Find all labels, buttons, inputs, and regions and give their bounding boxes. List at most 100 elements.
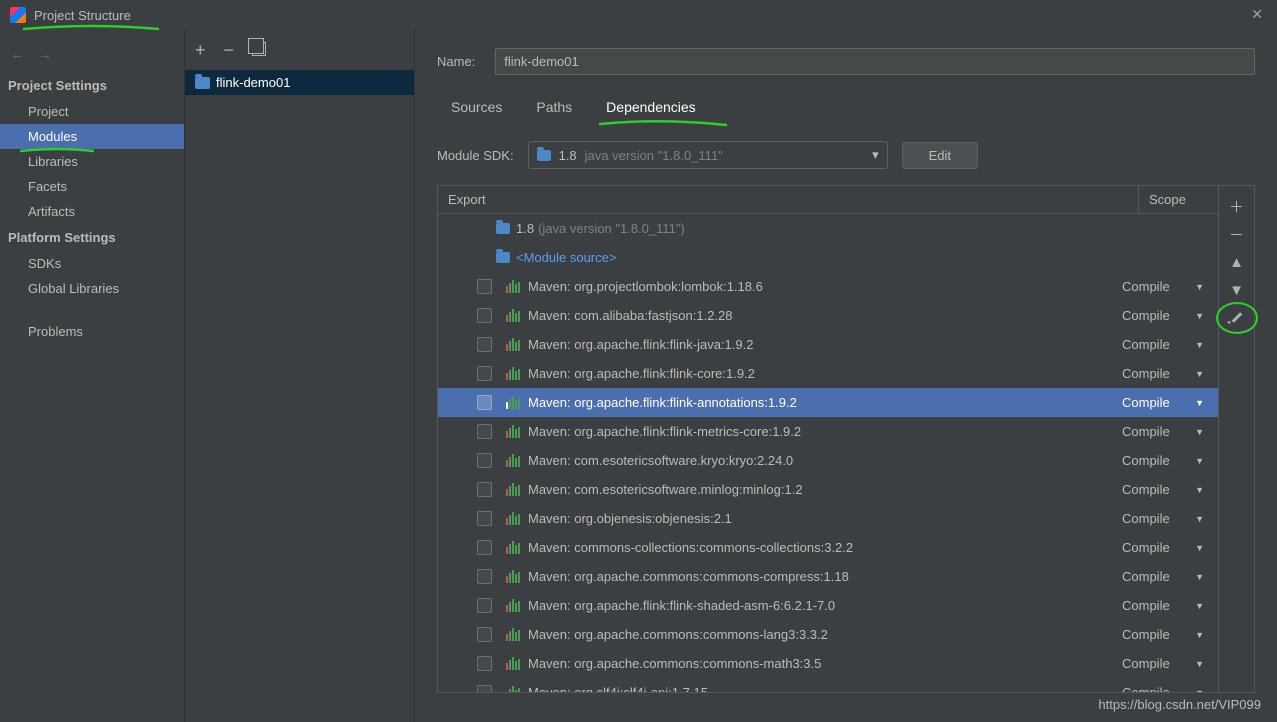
jdk-version: (java version "1.8.0_111") — [538, 221, 685, 236]
jdk-row[interactable]: 1.8 (java version "1.8.0_111") — [438, 214, 1218, 243]
module-sdk-label: Module SDK: — [437, 148, 514, 163]
dependency-label: Maven: org.apache.flink:flink-shaded-asm… — [528, 598, 1122, 613]
library-icon — [506, 396, 520, 409]
module-source-row[interactable]: <Module source> — [438, 243, 1218, 272]
scope-select[interactable]: Compile▼ — [1122, 424, 1208, 439]
scope-select[interactable]: Compile▼ — [1122, 511, 1208, 526]
sidebar-item-problems[interactable]: Problems — [0, 319, 184, 344]
export-checkbox[interactable] — [477, 366, 492, 381]
dependency-row[interactable]: Maven: org.apache.flink:flink-annotation… — [438, 388, 1218, 417]
scope-select[interactable]: Compile▼ — [1122, 337, 1208, 352]
header-export[interactable]: Export — [438, 186, 1138, 213]
sidebar-item-facets[interactable]: Facets — [0, 174, 184, 199]
sidebar-item-artifacts[interactable]: Artifacts — [0, 199, 184, 224]
module-list-item[interactable]: flink-demo01 — [185, 70, 414, 95]
dependency-row[interactable]: Maven: commons-collections:commons-colle… — [438, 533, 1218, 562]
dependencies-body[interactable]: 1.8 (java version "1.8.0_111") <Module s… — [438, 214, 1218, 692]
export-checkbox[interactable] — [477, 337, 492, 352]
sidebar-item-modules[interactable]: Modules — [0, 124, 184, 149]
dependency-row[interactable]: Maven: org.apache.commons:commons-compre… — [438, 562, 1218, 591]
export-checkbox[interactable] — [477, 598, 492, 613]
module-sdk-select[interactable]: 1.8 java version "1.8.0_111" ▾ — [528, 141, 888, 169]
scope-select[interactable]: Compile▼ — [1122, 308, 1208, 323]
move-up-icon[interactable]: ▲ — [1223, 248, 1251, 276]
scope-select[interactable]: Compile▼ — [1122, 598, 1208, 613]
move-down-icon[interactable]: ▼ — [1223, 276, 1251, 304]
scope-select[interactable]: Compile▼ — [1122, 279, 1208, 294]
intellij-icon — [10, 7, 26, 23]
remove-dependency-icon[interactable]: － — [1223, 220, 1251, 248]
scope-select[interactable]: Compile▼ — [1122, 366, 1208, 381]
export-checkbox[interactable] — [477, 279, 492, 294]
tab-label: Dependencies — [606, 99, 696, 115]
scope-select[interactable]: Compile▼ — [1122, 540, 1208, 555]
library-icon — [506, 454, 520, 467]
export-checkbox[interactable] — [477, 627, 492, 642]
export-checkbox[interactable] — [477, 453, 492, 468]
dependency-label: Maven: com.esotericsoftware.kryo:kryo:2.… — [528, 453, 1122, 468]
dependency-row[interactable]: Maven: com.esotericsoftware.kryo:kryo:2.… — [438, 446, 1218, 475]
header-scope[interactable]: Scope — [1138, 186, 1218, 213]
export-checkbox[interactable] — [477, 482, 492, 497]
dependency-row[interactable]: Maven: org.slf4j:slf4j-api:1.7.15Compile… — [438, 678, 1218, 692]
edit-dependency-icon[interactable] — [1223, 304, 1251, 332]
tab-sources[interactable]: Sources — [451, 99, 502, 121]
dependency-row[interactable]: Maven: org.apache.flink:flink-core:1.9.2… — [438, 359, 1218, 388]
dependency-row[interactable]: Maven: org.apache.flink:flink-metrics-co… — [438, 417, 1218, 446]
scope-select[interactable]: Compile▼ — [1122, 569, 1208, 584]
export-checkbox[interactable] — [477, 395, 492, 410]
dependency-row[interactable]: Maven: org.apache.commons:commons-math3:… — [438, 649, 1218, 678]
dependencies-table: Export Scope 1.8 (java version "1.8.0_11… — [437, 185, 1219, 693]
export-checkbox[interactable] — [477, 569, 492, 584]
name-label: Name: — [437, 54, 475, 69]
dependency-row[interactable]: Maven: org.objenesis:objenesis:2.1Compil… — [438, 504, 1218, 533]
chevron-down-icon: ▼ — [1195, 282, 1204, 292]
dependency-row[interactable]: Maven: com.esotericsoftware.minlog:minlo… — [438, 475, 1218, 504]
scope-select[interactable]: Compile▼ — [1122, 656, 1208, 671]
dependency-row[interactable]: Maven: org.apache.flink:flink-shaded-asm… — [438, 591, 1218, 620]
export-checkbox[interactable] — [477, 656, 492, 671]
add-module-icon[interactable]: + — [195, 40, 206, 61]
nav-forward-icon[interactable]: → — [38, 46, 52, 62]
scope-select[interactable]: Compile▼ — [1122, 482, 1208, 497]
export-checkbox[interactable] — [477, 511, 492, 526]
sidebar-item-project[interactable]: Project — [0, 99, 184, 124]
export-checkbox[interactable] — [477, 424, 492, 439]
add-dependency-icon[interactable]: ＋ — [1223, 192, 1251, 220]
nav-back-icon[interactable]: ← — [10, 46, 24, 62]
chevron-down-icon: ▼ — [1195, 311, 1204, 321]
scope-select[interactable]: Compile▼ — [1122, 685, 1208, 692]
module-name-input[interactable] — [495, 48, 1255, 75]
export-checkbox[interactable] — [477, 685, 492, 692]
remove-module-icon[interactable]: − — [224, 40, 235, 61]
sidebar-item-sdks[interactable]: SDKs — [0, 251, 184, 276]
dependency-tools: ＋ － ▲ ▼ — [1219, 185, 1255, 693]
dependency-row[interactable]: Maven: org.projectlombok:lombok:1.18.6Co… — [438, 272, 1218, 301]
scope-select[interactable]: Compile▼ — [1122, 627, 1208, 642]
chevron-down-icon: ▼ — [1195, 543, 1204, 553]
library-icon — [506, 657, 520, 670]
sidebar-item-libraries[interactable]: Libraries — [0, 149, 184, 174]
library-icon — [506, 483, 520, 496]
scope-select[interactable]: Compile▼ — [1122, 453, 1208, 468]
tab-dependencies[interactable]: Dependencies — [606, 99, 696, 121]
close-icon[interactable]: ✕ — [1251, 6, 1263, 23]
dependency-label: Maven: org.apache.flink:flink-core:1.9.2 — [528, 366, 1122, 381]
platform-settings-header: Platform Settings — [0, 224, 184, 251]
dependency-label: Maven: org.apache.commons:commons-compre… — [528, 569, 1122, 584]
copy-module-icon[interactable] — [252, 40, 266, 61]
chevron-down-icon: ▼ — [1195, 572, 1204, 582]
tab-paths[interactable]: Paths — [536, 99, 572, 121]
module-name: flink-demo01 — [216, 75, 290, 90]
dependency-label: Maven: org.objenesis:objenesis:2.1 — [528, 511, 1122, 526]
dependency-row[interactable]: Maven: org.apache.commons:commons-lang3:… — [438, 620, 1218, 649]
dependency-row[interactable]: Maven: com.alibaba:fastjson:1.2.28Compil… — [438, 301, 1218, 330]
export-checkbox[interactable] — [477, 308, 492, 323]
export-checkbox[interactable] — [477, 540, 492, 555]
edit-sdk-button[interactable]: Edit — [902, 142, 978, 169]
sidebar-item-global-libraries[interactable]: Global Libraries — [0, 276, 184, 301]
dependency-row[interactable]: Maven: org.apache.flink:flink-java:1.9.2… — [438, 330, 1218, 359]
watermark: https://blog.csdn.net/VIP099 — [1098, 697, 1261, 712]
scope-select[interactable]: Compile▼ — [1122, 395, 1208, 410]
chevron-down-icon: ▾ — [872, 147, 879, 163]
